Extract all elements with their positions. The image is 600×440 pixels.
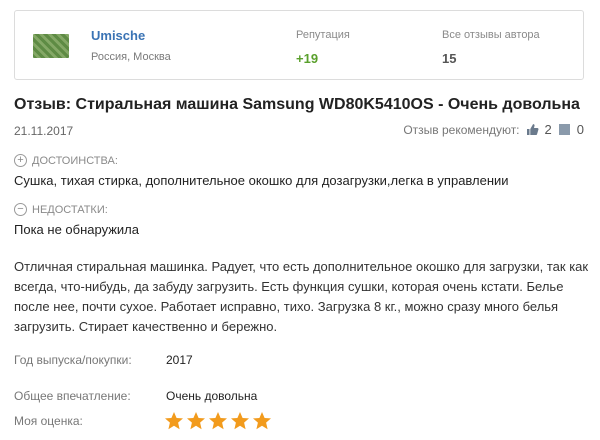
comments-icon[interactable] [558,123,571,136]
cons-label: НЕДОСТАТКИ: [32,203,108,216]
author-card: Umische Россия, Москва Репутация +19 Все… [14,10,584,80]
recommend-bar: Отзыв рекомендуют: 2 0 [403,122,584,137]
dislikes-count: 0 [576,122,584,137]
star-icon [209,412,227,430]
author-location: Россия, Москва [91,51,171,63]
star-icon [187,412,205,430]
author-name-link[interactable]: Umische [91,28,145,43]
pros-heading: + ДОСТОИНСТВА: [14,154,118,167]
plus-circle-icon: + [14,154,27,167]
impression-label: Общее впечатление: [14,389,131,403]
cons-heading: − НЕДОСТАТКИ: [14,203,108,216]
impression-value: Очень довольна [166,389,258,403]
all-reviews-count[interactable]: 15 [442,51,456,66]
star-icon [165,412,183,430]
review-body: Отличная стиральная машинка. Радует, что… [14,259,589,334]
pros-label: ДОСТОИНСТВА: [32,154,118,167]
rating-stars [164,411,272,431]
recommend-label: Отзыв рекомендуют: [403,122,520,137]
reputation-label: Репутация [296,29,350,41]
minus-circle-icon: − [14,203,27,216]
year-label: Год выпуска/покупки: [14,353,132,367]
cons-text: Пока не обнаружила [14,222,139,237]
review-title: Отзыв: Стиральная машина Samsung WD80K54… [14,96,580,113]
year-value: 2017 [166,353,193,367]
rating-label: Моя оценка: [14,414,83,428]
reputation-value: +19 [296,51,319,66]
star-icon [253,412,271,430]
likes-count: 2 [544,122,552,137]
pros-text: Сушка, тихая стирка, дополнительное окош… [14,173,509,188]
thumbs-up-icon[interactable] [526,123,539,136]
author-avatar[interactable] [33,34,69,58]
all-reviews-label[interactable]: Все отзывы автора [442,29,540,41]
review-date: 21.11.2017 [14,124,74,138]
star-icon [231,412,249,430]
